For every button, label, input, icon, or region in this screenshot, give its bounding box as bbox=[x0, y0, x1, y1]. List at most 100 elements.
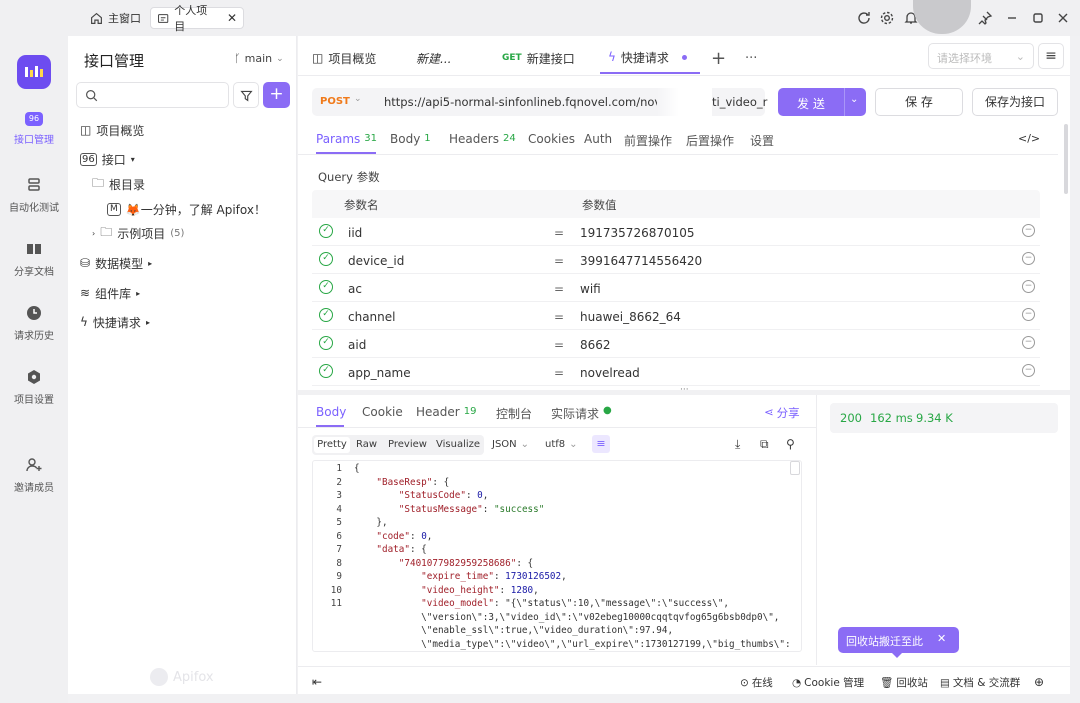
checkbox-checked-icon[interactable]: ✓ bbox=[319, 280, 333, 294]
rail-item-history[interactable]: 请求历史 bbox=[0, 304, 68, 342]
tree-item-models[interactable]: ⛁ 数据模型 ▸ bbox=[80, 252, 152, 274]
url-bar[interactable]: POST ⌄ https://api5-normal-sinfonlineb.f… bbox=[312, 88, 767, 116]
code-view-icon[interactable]: </> bbox=[1018, 132, 1040, 145]
save-button[interactable]: 保 存 bbox=[875, 88, 963, 116]
remove-param-icon[interactable]: − bbox=[1022, 280, 1035, 293]
checkbox-checked-icon[interactable]: ✓ bbox=[319, 252, 333, 266]
format-select[interactable]: JSON ⌄ bbox=[492, 439, 529, 450]
pin-icon[interactable] bbox=[977, 10, 993, 26]
param-value[interactable]: 3991647714556420 bbox=[580, 254, 702, 268]
param-value[interactable]: huawei_8662_64 bbox=[580, 310, 681, 324]
param-name[interactable]: aid bbox=[348, 338, 366, 352]
query-row[interactable]: ✓ device_id = 3991647714556420 − bbox=[312, 246, 1040, 274]
resp-tab-header[interactable]: Header 19 bbox=[416, 405, 476, 419]
tree-item-components[interactable]: ≋ 组件库 ▸ bbox=[80, 282, 140, 304]
param-name[interactable]: app_name bbox=[348, 366, 411, 380]
menu-button[interactable]: ≡ bbox=[1038, 43, 1064, 69]
resp-tab-body[interactable]: Body bbox=[316, 405, 346, 419]
query-row[interactable]: ✓ channel = huawei_8662_64 − bbox=[312, 302, 1040, 330]
maximize-icon[interactable] bbox=[1030, 10, 1046, 26]
save-as-api-button[interactable]: 保存为接口 bbox=[972, 88, 1058, 116]
tab-new-api[interactable]: GET 新建接口 bbox=[502, 44, 575, 72]
search-icon[interactable]: ⚲ bbox=[786, 437, 795, 451]
rail-item-project-settings[interactable]: 项目设置 bbox=[0, 368, 68, 406]
view-mode-raw[interactable]: Raw bbox=[356, 439, 377, 450]
add-tab-button[interactable]: + bbox=[711, 44, 726, 72]
query-row[interactable]: ✓ iid = 191735726870105 − bbox=[312, 218, 1040, 246]
param-name[interactable]: device_id bbox=[348, 254, 404, 268]
view-mode-preview[interactable]: Preview bbox=[388, 439, 427, 450]
checkbox-checked-icon[interactable]: ✓ bbox=[319, 364, 333, 378]
resp-tab-console[interactable]: 控制台 bbox=[496, 405, 532, 422]
env-select[interactable]: 请选择环境 ⌄ bbox=[928, 43, 1034, 69]
rail-item-api-management[interactable]: 96 接口管理 bbox=[0, 112, 68, 146]
tree-item-root[interactable]: 🗀 根目录 bbox=[92, 173, 145, 195]
copy-icon[interactable]: ⧉ bbox=[760, 437, 769, 452]
minimize-icon[interactable] bbox=[1004, 10, 1020, 26]
download-icon[interactable]: ⤓ bbox=[735, 437, 740, 452]
tab-headers[interactable]: Headers 24 bbox=[449, 132, 516, 146]
tree-item-examples[interactable]: › 🗀 示例项目 (5) bbox=[92, 222, 184, 244]
checkbox-checked-icon[interactable]: ✓ bbox=[319, 224, 333, 238]
gear-icon[interactable] bbox=[879, 10, 895, 26]
encoding-select[interactable]: utf8 ⌄ bbox=[545, 439, 578, 450]
checkbox-checked-icon[interactable]: ✓ bbox=[319, 336, 333, 350]
window-tab-main[interactable]: 主窗口 bbox=[84, 7, 147, 29]
user-avatar[interactable] bbox=[913, 0, 971, 34]
recycle-bin-button[interactable]: 🗑 回收站 bbox=[880, 675, 928, 690]
remove-param-icon[interactable]: − bbox=[1022, 252, 1035, 265]
param-name[interactable]: ac bbox=[348, 282, 362, 296]
toast-close-icon[interactable]: ✕ bbox=[937, 632, 946, 645]
url-input[interactable]: https://api5-normal-sinfonlineb.fqnovel.… bbox=[384, 95, 675, 109]
query-row[interactable]: ✓ app_name = novelread − bbox=[312, 358, 1040, 386]
query-row[interactable]: ✓ aid = 8662 − bbox=[312, 330, 1040, 358]
tab-pre-ops[interactable]: 前置操作 bbox=[624, 132, 672, 149]
param-value[interactable]: 8662 bbox=[580, 338, 611, 352]
branch-selector[interactable]: ᚴ main ⌄ bbox=[234, 52, 284, 65]
tab-quick-request[interactable]: ϟ 快捷请求 bbox=[600, 42, 700, 74]
resp-tab-cookie[interactable]: Cookie bbox=[362, 405, 403, 419]
tab-post-ops[interactable]: 后置操作 bbox=[686, 132, 734, 149]
param-value[interactable]: 191735726870105 bbox=[580, 226, 695, 240]
resp-tab-actual-request[interactable]: 实际请求 ● bbox=[551, 405, 612, 422]
code-scrollbar[interactable] bbox=[790, 461, 800, 475]
tree-item-quick-request[interactable]: ϟ 快捷请求 ▸ bbox=[80, 311, 150, 333]
sidebar-search-input[interactable] bbox=[76, 82, 229, 108]
query-row[interactable]: ✓ ac = wifi − bbox=[312, 274, 1040, 302]
online-status[interactable]: ⊙ 在线 bbox=[740, 675, 773, 690]
docs-button[interactable]: ▤ 文档 & 交流群 bbox=[940, 675, 1020, 690]
tab-body[interactable]: Body 1 bbox=[390, 132, 431, 146]
tab-params[interactable]: Params 31 bbox=[316, 132, 377, 146]
view-mode-visualize[interactable]: Visualize bbox=[436, 439, 480, 450]
tree-item-apis[interactable]: 96 接口 ▾ bbox=[80, 148, 135, 170]
refresh-icon[interactable] bbox=[856, 10, 872, 26]
response-code[interactable]: 1 {2 "BaseResp": {3 "StatusCode": 0, 4 "St… bbox=[312, 460, 802, 650]
param-value[interactable]: novelread bbox=[580, 366, 640, 380]
rail-item-invite[interactable]: 邀请成员 bbox=[0, 456, 68, 494]
help-icon[interactable]: ⊕ bbox=[1034, 675, 1044, 689]
tree-item-overview[interactable]: ◫ 项目概览 bbox=[80, 119, 144, 141]
remove-param-icon[interactable]: − bbox=[1022, 308, 1035, 321]
tab-auth[interactable]: Auth bbox=[584, 132, 612, 146]
rail-item-share-docs[interactable]: 分享文档 bbox=[0, 240, 68, 278]
param-name[interactable]: channel bbox=[348, 310, 395, 324]
remove-param-icon[interactable]: − bbox=[1022, 364, 1035, 377]
wrap-lines-button[interactable]: ≡ bbox=[592, 435, 610, 453]
filter-button[interactable] bbox=[233, 82, 259, 108]
rail-item-auto-test[interactable]: 自动化测试 bbox=[0, 176, 68, 214]
tab-cookies[interactable]: Cookies bbox=[528, 132, 575, 146]
chevron-down-icon[interactable]: ⌄ bbox=[850, 94, 858, 105]
remove-param-icon[interactable]: − bbox=[1022, 224, 1035, 237]
param-name[interactable]: iid bbox=[348, 226, 362, 240]
window-tab-project[interactable]: 个人项目 ✕ bbox=[150, 4, 244, 33]
app-logo[interactable] bbox=[17, 55, 51, 89]
method-select[interactable]: POST bbox=[320, 96, 350, 107]
collapse-sidebar-icon[interactable]: ⇤ bbox=[312, 675, 322, 689]
tab-overview[interactable]: ◫ 项目概览 bbox=[312, 44, 376, 72]
tree-item-intro[interactable]: M 🦊一分钟，了解 Apifox！ bbox=[107, 198, 266, 220]
remove-param-icon[interactable]: − bbox=[1022, 336, 1035, 349]
checkbox-checked-icon[interactable]: ✓ bbox=[319, 308, 333, 322]
view-mode-pretty[interactable]: Pretty bbox=[314, 437, 350, 453]
share-button[interactable]: ⋖ 分享 bbox=[764, 405, 800, 421]
send-button[interactable]: 发 送 ⌄ bbox=[778, 88, 866, 116]
